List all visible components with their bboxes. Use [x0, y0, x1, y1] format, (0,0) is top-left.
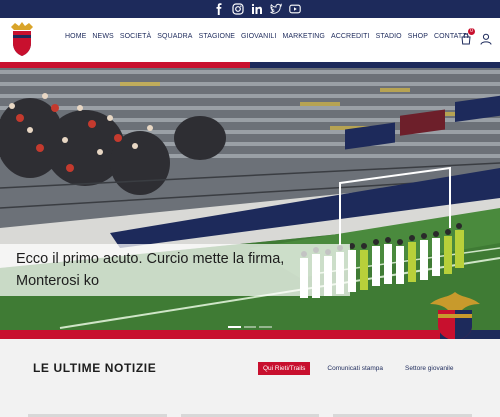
social-bar	[0, 0, 500, 18]
slider-dot[interactable]	[243, 326, 257, 328]
nav-item-accrediti[interactable]: ACCREDITI	[328, 33, 373, 40]
eagle-crest-logo	[428, 290, 482, 342]
user-icon[interactable]	[480, 32, 492, 45]
site-header: HOME NEWS SOCIETÀ SQUADRA STAGIONE GIOVA…	[0, 18, 500, 62]
hero-caption-line-2: Monterosi ko	[16, 273, 100, 289]
header-actions: 0	[460, 28, 492, 45]
youtube-icon[interactable]	[289, 3, 301, 15]
tab-settore-giovanile[interactable]: Settore giovanile	[400, 362, 458, 375]
facebook-icon[interactable]	[213, 3, 225, 16]
instagram-icon[interactable]	[232, 3, 244, 15]
slider-dot[interactable]	[228, 326, 241, 328]
linkedin-icon[interactable]	[251, 3, 263, 15]
hero-caption[interactable]: Ecco il primo acuto. Curcio mette la fir…	[0, 244, 350, 296]
nav-item-home[interactable]: HOME	[62, 33, 89, 40]
tab-qui-rieti[interactable]: Qui Rieti/Trails	[258, 362, 311, 375]
nav-item-marketing[interactable]: MARKETING	[279, 33, 328, 40]
nav-item-squadra[interactable]: SQUADRA	[154, 33, 195, 40]
club-logo[interactable]	[9, 21, 35, 57]
nav-item-societa[interactable]: SOCIETÀ	[117, 33, 154, 40]
nav-item-stagione[interactable]: STAGIONE	[196, 33, 238, 40]
slider-dot[interactable]	[259, 326, 273, 328]
news-section: LE ULTIME NOTIZIE Qui Rieti/Trails Comun…	[0, 339, 500, 417]
hero-bottom-band	[0, 330, 500, 339]
nav-item-stadio[interactable]: STADIO	[373, 33, 405, 40]
main-nav: HOME NEWS SOCIETÀ SQUADRA STAGIONE GIOVA…	[62, 33, 472, 40]
cart-count-badge: 0	[468, 28, 475, 35]
nav-item-news[interactable]: NEWS	[89, 33, 116, 40]
social-links	[213, 3, 301, 16]
news-section-title: LE ULTIME NOTIZIE	[33, 361, 157, 375]
twitter-icon[interactable]	[270, 3, 283, 15]
hero-caption-line-1: Ecco il primo acuto. Curcio mette la fir…	[16, 251, 285, 267]
cart-icon[interactable]: 0	[460, 28, 475, 45]
tab-comunicati-stampa[interactable]: Comunicati stampa	[322, 362, 388, 375]
nav-item-shop[interactable]: SHOP	[405, 33, 431, 40]
nav-item-giovanili[interactable]: GIOVANILI	[238, 33, 279, 40]
hero-slider[interactable]: Ecco il primo acuto. Curcio mette la fir…	[0, 68, 500, 330]
news-filter-tabs: Qui Rieti/Trails Comunicati stampa Setto…	[258, 362, 458, 375]
slider-pagination	[228, 326, 273, 328]
